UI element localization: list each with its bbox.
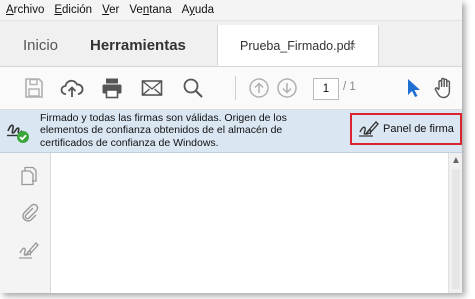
tab-inicio[interactable]: Inicio [23,37,58,54]
scroll-up-icon[interactable]: ▲ [451,155,461,166]
menu-ventana[interactable]: Ventana [129,4,171,16]
vertical-scrollbar[interactable]: ▲ [448,153,462,293]
signature-panel-label: Panel de firma [383,123,454,135]
signature-message-line: elementos de confianza obtenidos de el a… [40,124,283,137]
select-arrow-icon[interactable] [400,76,424,100]
pages-icon[interactable] [18,165,40,187]
menu-archivo[interactable]: Archivo [6,4,44,16]
navigation-panel [0,153,51,293]
document-tab-label: Prueba_Firmado.pdf [240,39,354,53]
close-icon[interactable]: × [349,38,357,53]
acrobat-window: Archivo Edición Ver Ventana Ayuda Inicio… [0,0,462,293]
menu-bar: Archivo Edición Ver Ventana Ayuda [0,0,462,21]
page-up-icon[interactable] [247,76,271,100]
tab-document[interactable]: Prueba_Firmado.pdf × [217,25,379,66]
scroll-thumb[interactable] [452,169,460,289]
menu-ver[interactable]: Ver [102,4,119,16]
toolbar: 1 / 1 [0,67,462,110]
email-icon[interactable] [140,76,164,100]
signature-message-line: certificados de confianza de Windows. [40,136,219,149]
document-view[interactable] [51,153,446,293]
signature-message-line: Firmado y todas las firmas son válidas. … [40,112,287,124]
tab-herramientas[interactable]: Herramientas [90,37,186,54]
menu-edicion[interactable]: Edición [54,4,92,16]
signature-valid-icon [7,124,29,143]
search-icon[interactable] [181,76,205,100]
attachment-icon[interactable] [18,201,40,223]
signature-status-message: Firmado y todas las firmas son válidas. … [40,112,340,149]
tab-row: Inicio Herramientas Prueba_Firmado.pdf × [0,21,462,67]
page-number-input[interactable]: 1 [313,78,339,100]
toolbar-separator [235,76,236,100]
menu-ayuda[interactable]: Ayuda [182,4,214,16]
page-total: / 1 [343,81,356,93]
signature-pen-icon [359,121,379,137]
signature-panel-button[interactable]: Panel de firma [350,113,462,145]
cloud-upload-icon[interactable] [60,76,84,100]
signature-icon[interactable] [18,239,40,261]
page-down-icon[interactable] [275,76,299,100]
save-icon[interactable] [22,76,46,100]
signature-notification-bar: Firmado y todas las firmas son válidas. … [0,110,462,153]
print-icon[interactable] [100,76,124,100]
hand-tool-icon[interactable] [432,76,456,100]
